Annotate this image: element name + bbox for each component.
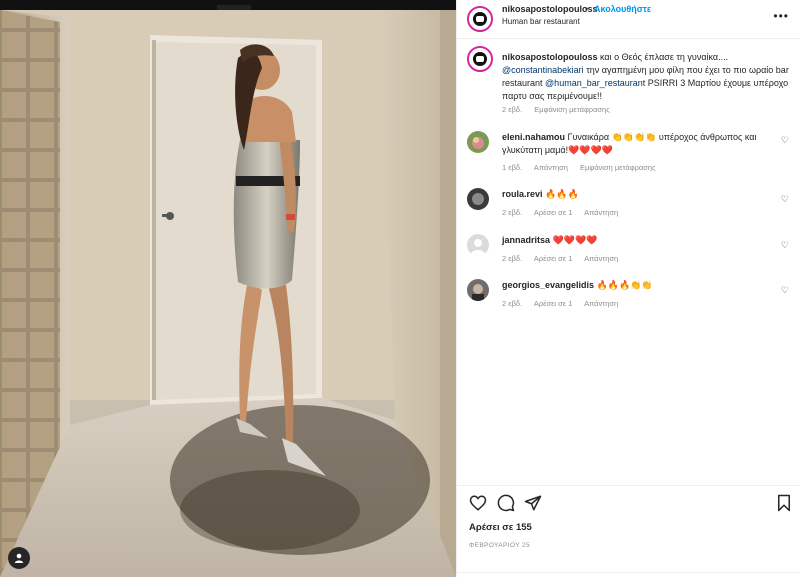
comment-meta: 2 εβδ. Αρέσει σε 1 Απάντηση xyxy=(502,254,628,263)
comment-body: ❤️❤️❤️❤️ xyxy=(552,235,598,245)
comment-username[interactable]: roula.revi xyxy=(502,189,543,199)
comment-age: 1 εβδ. xyxy=(502,163,523,172)
comment-text: jannadritsa ❤️❤️❤️❤️ xyxy=(502,234,757,247)
likes-count[interactable]: Αρέσει σε 155 xyxy=(469,522,532,533)
tagged-users-icon[interactable] xyxy=(8,547,30,569)
caption-text: nikosapostolopouloss και ο Θεός έπλασε τ… xyxy=(502,51,792,103)
reply-button[interactable]: Απάντηση xyxy=(534,163,568,172)
comment-avatar[interactable] xyxy=(467,234,489,256)
post-header: nikosapostolopouloss • Ακολουθήστε Human… xyxy=(457,0,800,39)
caption-age: 2 εβδ. xyxy=(502,105,523,114)
comment-meta: 2 εβδ. Αρέσει σε 1 Απάντηση xyxy=(502,299,628,308)
caption-avatar-image xyxy=(469,48,491,70)
post-date: ΦΕΒΡΟΥΑΡΙΟΥ 25 xyxy=(469,542,531,549)
caption-part-1: και ο Θεός έπλασε τη γυναίκα.... xyxy=(600,52,729,62)
caption-avatar[interactable] xyxy=(467,46,493,72)
comment-meta: 1 εβδ. Απάντηση Εμφάνιση μετάφρασης xyxy=(502,163,666,172)
caption-meta: 2 εβδ. Εμφάνιση μετάφρασης xyxy=(502,105,620,114)
caption-translation-link[interactable]: Εμφάνιση μετάφρασης xyxy=(534,105,610,114)
comment-body: 🔥🔥🔥 xyxy=(545,189,579,199)
reply-button[interactable]: Απάντηση xyxy=(584,254,618,263)
comment-username[interactable]: eleni.nahamou xyxy=(502,132,565,142)
comment-likes[interactable]: Αρέσει σε 1 xyxy=(534,299,573,308)
comment-age: 2 εβδ. xyxy=(502,208,523,217)
post-details-panel: nikosapostolopouloss • Ακολουθήστε Human… xyxy=(456,0,800,577)
comment-avatar[interactable] xyxy=(467,279,489,301)
comment-icon[interactable] xyxy=(497,494,515,512)
comment-avatar-image xyxy=(467,279,489,301)
owner-username[interactable]: nikosapostolopouloss xyxy=(502,4,598,14)
comment-meta: 2 εβδ. Αρέσει σε 1 Απάντηση xyxy=(502,208,628,217)
heart-icon[interactable] xyxy=(469,494,487,512)
comment-text: eleni.nahamou Γυναικάρα 👏👏👏👏 υπέροχος άν… xyxy=(502,131,757,157)
comment-age: 2 εβδ. xyxy=(502,299,523,308)
like-comment-icon[interactable]: ♡ xyxy=(781,194,789,205)
mention-human-bar-restaurant[interactable]: @human_bar_restaurant xyxy=(545,78,645,88)
comment-text: georgios_evangelidis 🔥🔥🔥👏👏 xyxy=(502,279,757,292)
location-link[interactable]: Human bar restaurant xyxy=(502,17,580,26)
post-photo[interactable] xyxy=(0,0,456,577)
reply-button[interactable]: Απάντηση xyxy=(584,299,618,308)
more-options-icon[interactable]: ••• xyxy=(773,10,789,22)
reply-button[interactable]: Απάντηση xyxy=(584,208,618,217)
comment-avatar-image xyxy=(467,131,489,153)
like-comment-icon[interactable]: ♡ xyxy=(781,135,789,146)
comment-username[interactable]: jannadritsa xyxy=(502,235,550,245)
comment-avatar[interactable] xyxy=(467,188,489,210)
add-comment-bar[interactable] xyxy=(457,572,800,577)
comment-age: 2 εβδ. xyxy=(502,254,523,263)
caption-username[interactable]: nikosapostolopouloss xyxy=(502,52,598,62)
comment-likes[interactable]: Αρέσει σε 1 xyxy=(534,208,573,217)
follow-button[interactable]: Ακολουθήστε xyxy=(594,4,651,14)
comment-likes[interactable]: Αρέσει σε 1 xyxy=(534,254,573,263)
translation-link[interactable]: Εμφάνιση μετάφρασης xyxy=(580,163,656,172)
comment-text: roula.revi 🔥🔥🔥 xyxy=(502,188,757,201)
share-icon[interactable] xyxy=(524,494,542,512)
owner-avatar-image xyxy=(469,8,491,30)
mention-constantinabekiari[interactable]: @constantinabekiari xyxy=(502,65,584,75)
owner-avatar[interactable] xyxy=(467,6,493,32)
comment-avatar[interactable] xyxy=(467,131,489,153)
post-actions: Αρέσει σε 155 ΦΕΒΡΟΥΑΡΙΟΥ 25 xyxy=(457,485,800,577)
comment-body: 🔥🔥🔥👏👏 xyxy=(596,280,653,290)
like-comment-icon[interactable]: ♡ xyxy=(781,285,789,296)
like-comment-icon[interactable]: ♡ xyxy=(781,240,789,251)
comment-username[interactable]: georgios_evangelidis xyxy=(502,280,594,290)
person-glyph xyxy=(14,553,24,563)
comment-avatar-image xyxy=(467,234,489,256)
photo-scene xyxy=(0,0,456,577)
header-separator: • xyxy=(585,4,589,14)
bookmark-icon[interactable] xyxy=(775,494,793,512)
comment-avatar-image xyxy=(467,188,489,210)
